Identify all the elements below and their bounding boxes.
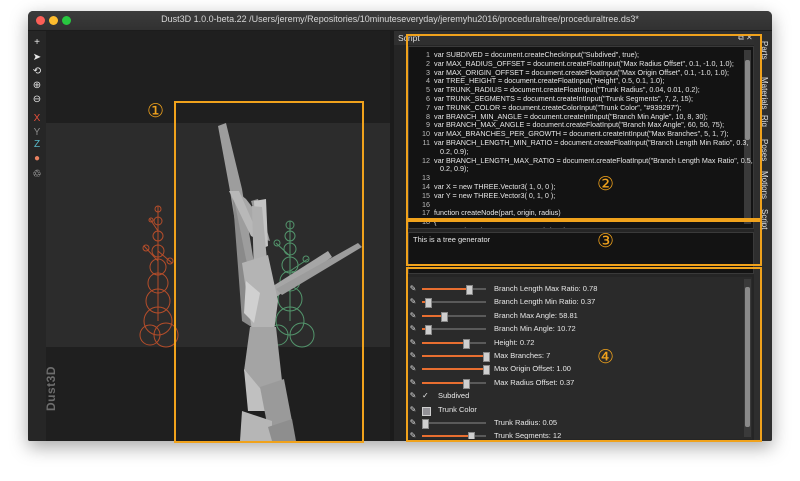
- y-axis-icon[interactable]: Y: [31, 127, 43, 138]
- title-bar: Dust3D 1.0.0-beta.22 /Users/jeremy/Repos…: [28, 11, 772, 31]
- add-icon[interactable]: +: [31, 37, 43, 48]
- annotation-number-3: ③: [597, 230, 615, 252]
- select-cursor-icon[interactable]: ➤: [31, 52, 43, 63]
- annotation-number-2: ②: [597, 173, 615, 195]
- annotation-box-code: [406, 34, 762, 220]
- x-axis-mirror-icon[interactable]: X: [31, 113, 43, 124]
- annotation-box-viewport: [174, 101, 364, 443]
- app-brand-label: Dust3D: [46, 365, 58, 411]
- zoom-in-icon[interactable]: ⊕: [31, 80, 43, 91]
- annotation-number-1: ①: [147, 100, 165, 122]
- annotation-box-parameters: [406, 267, 762, 442]
- left-toolbar: + ➤ ⟲ ⊕ ⊖ X Y Z ● ♲: [28, 31, 46, 441]
- zoom-out-icon[interactable]: ⊖: [31, 94, 43, 105]
- radius-icon[interactable]: ●: [31, 153, 43, 164]
- left-skeleton-mirror: [139, 205, 179, 348]
- z-axis-mirror-icon[interactable]: Z: [31, 139, 43, 150]
- rotate-icon[interactable]: ⟲: [31, 66, 43, 77]
- window-title: Dust3D 1.0.0-beta.22 /Users/jeremy/Repos…: [161, 14, 639, 24]
- annotation-number-4: ④: [597, 346, 615, 368]
- regenerate-icon[interactable]: ♲: [31, 169, 43, 180]
- annotation-box-description: [406, 220, 762, 266]
